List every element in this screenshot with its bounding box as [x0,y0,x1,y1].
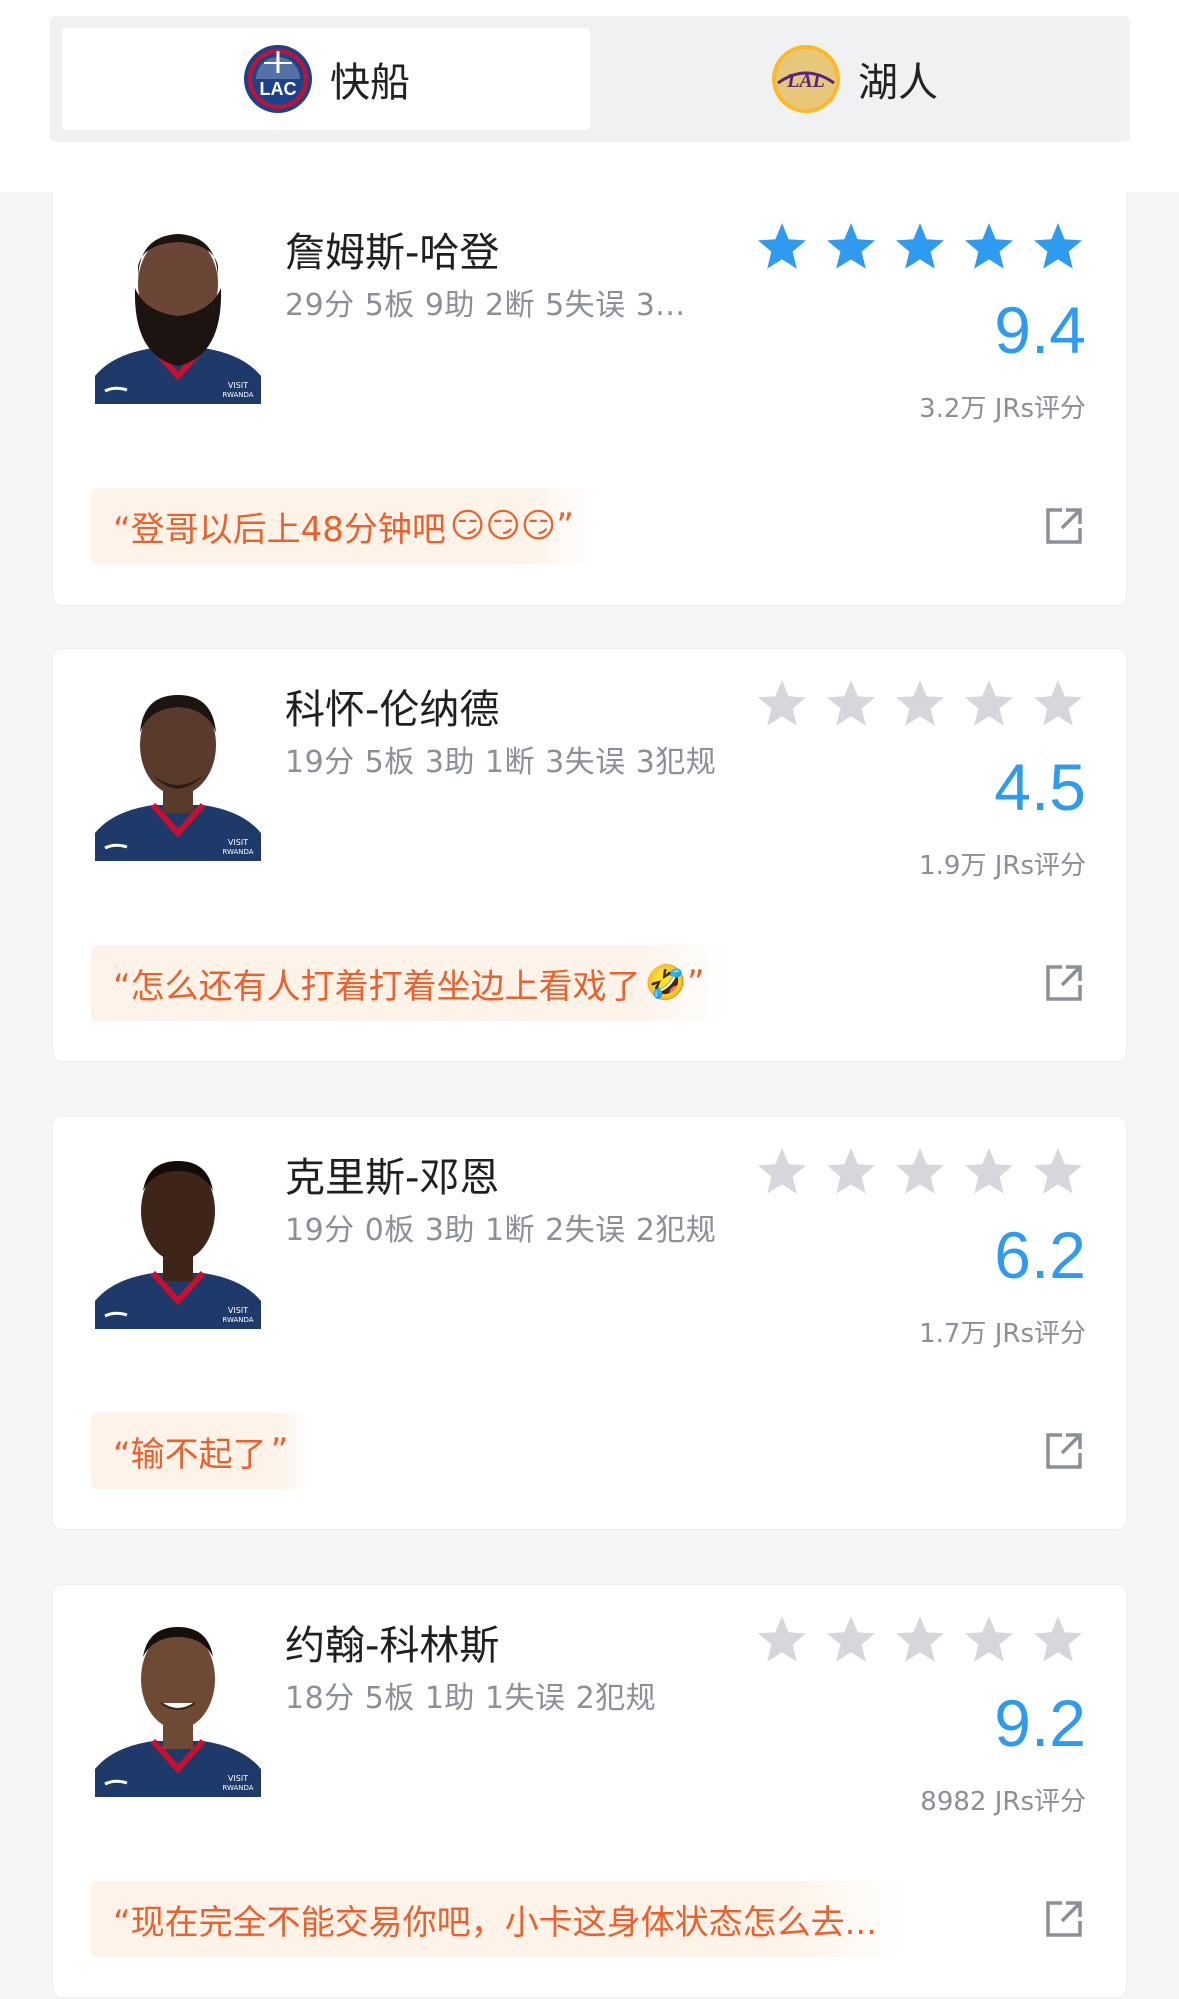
tab-clippers[interactable]: LAC 快船 [62,28,590,130]
share-icon[interactable] [1042,504,1086,548]
star-empty-icon[interactable] [823,1613,879,1669]
star-empty-icon[interactable] [1030,1145,1086,1201]
star-empty-icon[interactable] [892,677,948,733]
lakers-logo-icon: LAL [772,45,840,113]
raters-count: 3.2万 JRs评分 [919,394,1086,424]
player-card[interactable]: VISIT RWANDA 克里斯-邓恩 19分 0板 3助 1断 2失误 2犯规… [52,1116,1127,1530]
star-empty-icon[interactable] [823,677,879,733]
svg-text:VISIT: VISIT [228,381,248,390]
hot-comment-end: ” [556,506,574,546]
svg-text:VISIT: VISIT [228,838,248,847]
svg-text:RWANDA: RWANDA [222,391,253,399]
player-score: 9.2 [994,1686,1086,1760]
svg-text:RWANDA: RWANDA [222,848,253,856]
star-empty-icon[interactable] [1030,677,1086,733]
player-stats: 19分 0板 3助 1断 2失误 2犯规 [285,1213,717,1248]
player-card[interactable]: VISIT RWANDA 詹姆斯-哈登 29分 5板 9助 2断 5失误 3..… [52,192,1127,606]
rating-stars[interactable] [754,677,1086,733]
hot-comment[interactable]: “现在完全不能交易你吧，小卡这身体状态怎么去... [91,1881,904,1957]
star-empty-icon[interactable] [892,1613,948,1669]
rating-stars[interactable] [754,220,1086,276]
laughing-emoji-icon: 🤣 [644,963,687,1003]
tab-lakers[interactable]: LAL 湖人 [590,28,1118,130]
star-filled-icon[interactable] [823,220,879,276]
hot-comment-end: ” [270,1431,289,1471]
star-filled-icon[interactable] [754,220,810,276]
clippers-logo-icon: LAC [244,45,312,113]
share-icon[interactable] [1042,961,1086,1005]
svg-text:LAL: LAL [786,70,825,92]
hot-comment-text: “怎么还有人打着打着坐边上看戏了 [113,966,641,1007]
svg-text:VISIT: VISIT [228,1774,248,1783]
raters-count: 1.7万 JRs评分 [919,1319,1086,1349]
star-empty-icon[interactable] [892,1145,948,1201]
share-icon[interactable] [1042,1897,1086,1941]
smirk-emoji-icon: 😏😏😏 [449,506,557,546]
player-avatar: VISIT RWANDA [93,226,263,404]
player-score: 6.2 [994,1218,1086,1292]
share-icon[interactable] [1042,1429,1086,1473]
svg-text:RWANDA: RWANDA [222,1316,253,1324]
raters-count: 1.9万 JRs评分 [919,851,1086,881]
player-name: 约翰-科林斯 [285,1623,500,1669]
hot-comment-end: ” [686,963,705,1003]
svg-text:RWANDA: RWANDA [222,1784,253,1792]
player-avatar: VISIT RWANDA [93,683,263,861]
star-empty-icon[interactable] [1030,1613,1086,1669]
star-filled-icon[interactable] [961,220,1017,276]
player-card[interactable]: VISIT RWANDA 科怀-伦纳德 19分 5板 3助 1断 3失误 3犯规… [52,648,1127,1062]
star-empty-icon[interactable] [754,1613,810,1669]
star-empty-icon[interactable] [754,1145,810,1201]
team-tab-bar-area: LAC 快船 LAL 湖人 [0,0,1179,192]
player-avatar: VISIT RWANDA [93,1619,263,1797]
player-stats: 29分 5板 9助 2断 5失误 3... [285,288,686,323]
rating-stars[interactable] [754,1613,1086,1669]
hot-comment-text: “输不起了 [113,1434,267,1475]
raters-count: 8982 JRs评分 [920,1787,1086,1817]
player-stats: 18分 5板 1助 1失误 2犯规 [285,1681,657,1716]
player-name: 克里斯-邓恩 [285,1155,500,1201]
player-avatar: VISIT RWANDA [93,1151,263,1329]
player-score: 4.5 [994,750,1086,824]
hot-comment[interactable]: “输不起了 ” [91,1413,311,1489]
player-card[interactable]: VISIT RWANDA 约翰-科林斯 18分 5板 1助 1失误 2犯规 9.… [52,1584,1127,1998]
hot-comment-text: “现在完全不能交易你吧，小卡这身体状态怎么去... [113,1902,878,1943]
svg-text:VISIT: VISIT [228,1306,248,1315]
svg-text:LAC: LAC [260,79,297,99]
tab-clippers-label: 快船 [330,60,410,106]
star-empty-icon[interactable] [754,677,810,733]
star-empty-icon[interactable] [961,677,1017,733]
star-filled-icon[interactable] [892,220,948,276]
star-filled-icon[interactable] [1030,220,1086,276]
hot-comment-text: “登哥以后上48分钟吧 [113,509,446,550]
player-name: 科怀-伦纳德 [285,687,500,733]
hot-comment[interactable]: “怎么还有人打着打着坐边上看戏了 🤣 ” [91,945,727,1021]
rating-stars[interactable] [754,1145,1086,1201]
player-name: 詹姆斯-哈登 [285,230,500,276]
team-tabs: LAC 快船 LAL 湖人 [50,16,1130,142]
hot-comment[interactable]: “登哥以后上48分钟吧 😏😏😏 ” [91,488,596,564]
star-empty-icon[interactable] [961,1613,1017,1669]
tab-lakers-label: 湖人 [858,60,938,106]
player-score: 9.4 [994,293,1086,367]
player-stats: 19分 5板 3助 1断 3失误 3犯规 [285,745,717,780]
star-empty-icon[interactable] [961,1145,1017,1201]
star-empty-icon[interactable] [823,1145,879,1201]
